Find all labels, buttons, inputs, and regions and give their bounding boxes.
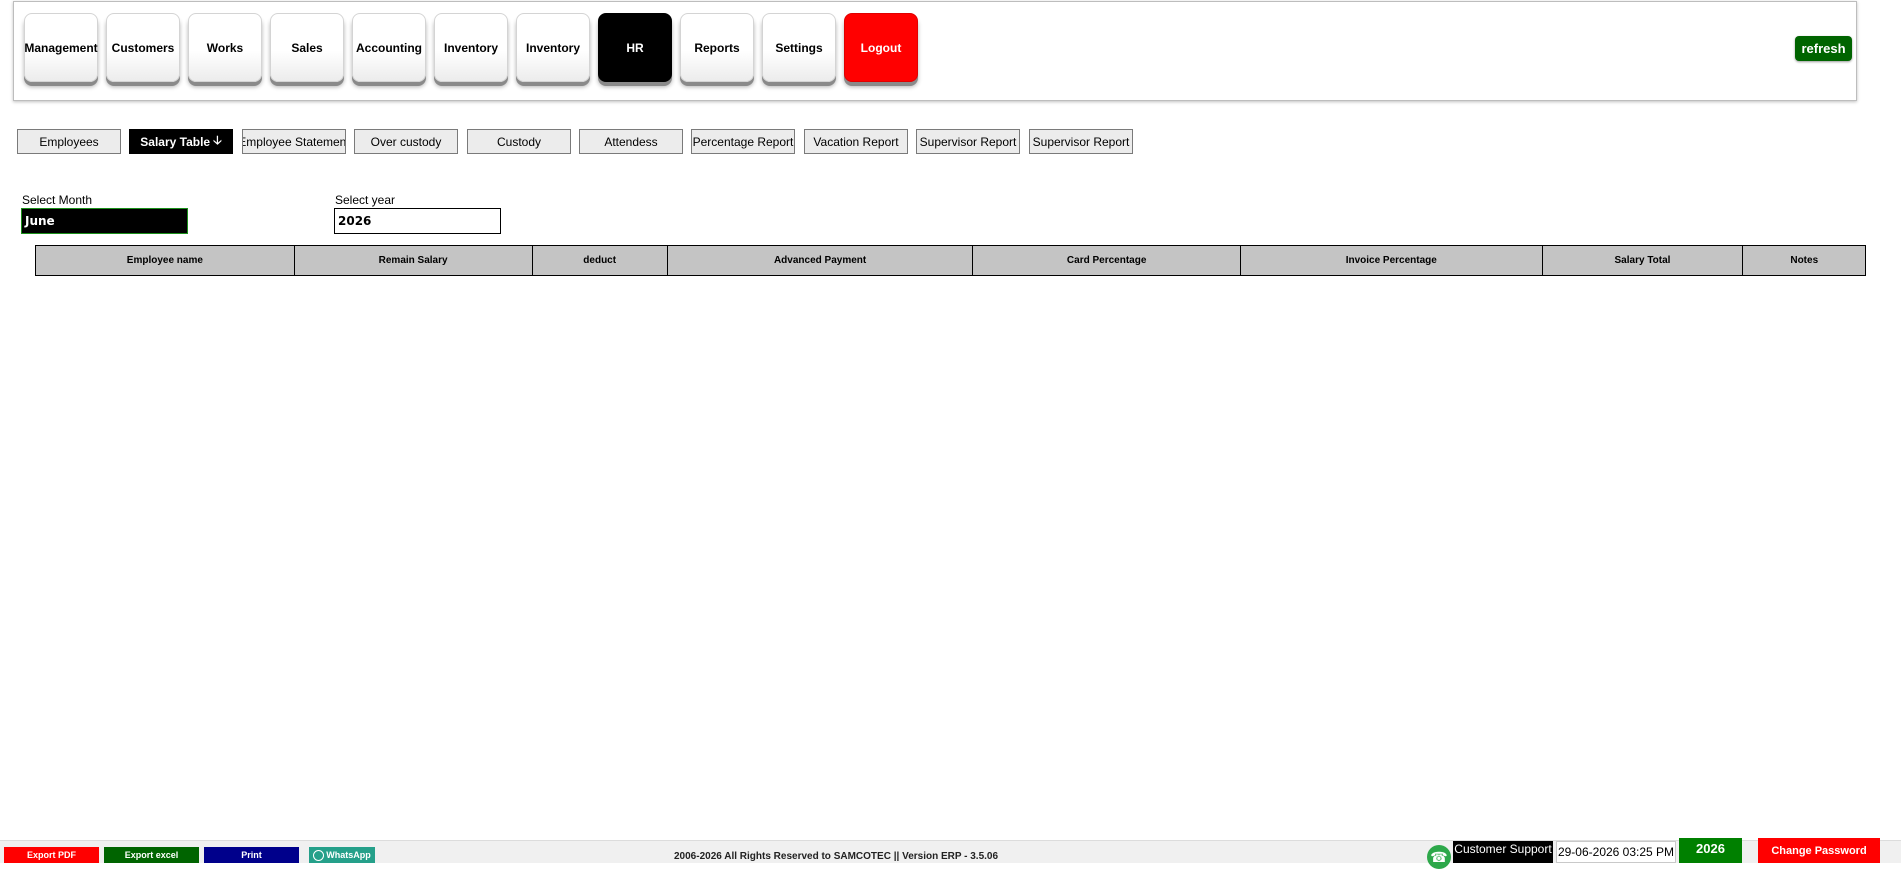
nav-hr-button[interactable]: HR <box>598 13 672 82</box>
col-deduct[interactable]: deduct <box>531 245 668 276</box>
month-label: Select Month <box>22 193 93 207</box>
tab-employee-statement[interactable]: Employee Statement <box>242 129 346 154</box>
tab-supervisor-report[interactable]: Supervisor Report <box>916 129 1020 154</box>
tab-over-custody[interactable]: Over custody <box>354 129 458 154</box>
nav-inventory-button[interactable]: Inventory <box>434 13 508 82</box>
tab-salary-table-label: Salary Table <box>140 134 211 149</box>
datetime-display: 29-06-2026 03:25 PM <box>1556 841 1676 863</box>
top-nav-panel: Management Customers Works Sales Account… <box>13 1 1857 101</box>
nav-logout-button[interactable]: Logout <box>844 13 918 82</box>
tab-custody[interactable]: Custody <box>467 129 571 154</box>
col-employee-name[interactable]: Employee name <box>35 245 295 276</box>
col-salary-total[interactable]: Salary Total <box>1541 245 1744 276</box>
print-button[interactable]: Print <box>204 847 299 863</box>
tab-attendess[interactable]: Attendess <box>579 129 683 154</box>
customer-support-button[interactable]: Customer Support <box>1453 841 1553 863</box>
nav-accounting-button[interactable]: Accounting <box>352 13 426 82</box>
arrow-down-icon: 🡣 <box>213 133 222 147</box>
col-notes[interactable]: Notes <box>1742 245 1866 276</box>
tab-percentage-report[interactable]: Percentage Report <box>691 129 795 154</box>
month-select[interactable]: June <box>21 208 188 234</box>
col-card-percentage[interactable]: Card Percentage <box>972 245 1242 276</box>
export-excel-button[interactable]: Export excel <box>104 847 199 863</box>
nav-customers-button[interactable]: Customers <box>106 13 180 82</box>
col-invoice-percentage[interactable]: Invoice Percentage <box>1240 245 1543 276</box>
table-header-row: Employee name Remain Salary deduct Advan… <box>35 245 1866 276</box>
whatsapp-label: WhatsApp <box>326 850 371 860</box>
col-advanced-payment[interactable]: Advanced Payment <box>666 245 974 276</box>
col-remain-salary[interactable]: Remain Salary <box>293 245 533 276</box>
footer-bar: Export PDF Export excel Print WhatsApp 2… <box>0 838 1901 869</box>
year-label: Select year <box>335 193 396 207</box>
tab-employees[interactable]: Employees <box>17 129 121 154</box>
salary-table: Employee name Remain Salary deduct Advan… <box>35 245 1866 276</box>
copyright-text: 2006-2026 All Rights Reserved to SAMCOTE… <box>674 851 999 862</box>
tab-supervisor-report-2[interactable]: Supervisor Report <box>1029 129 1133 154</box>
tab-salary-table[interactable]: Salary Table 🡣 <box>129 129 233 154</box>
nav-sales-button[interactable]: Sales <box>270 13 344 82</box>
nav-inventory-2-button[interactable]: Inventory <box>516 13 590 82</box>
change-password-button[interactable]: Change Password <box>1758 838 1880 863</box>
refresh-button[interactable]: refresh <box>1795 36 1852 61</box>
nav-works-button[interactable]: Works <box>188 13 262 82</box>
export-pdf-button[interactable]: Export PDF <box>4 847 99 863</box>
tab-vacation-report[interactable]: Vacation Report <box>804 129 908 154</box>
nav-settings-button[interactable]: Settings <box>762 13 836 82</box>
whatsapp-support-icon[interactable]: ☎ <box>1427 845 1451 869</box>
year-badge: 2026 <box>1679 838 1742 863</box>
whatsapp-button[interactable]: WhatsApp <box>309 847 375 863</box>
nav-management-button[interactable]: Management <box>24 13 98 82</box>
nav-reports-button[interactable]: Reports <box>680 13 754 82</box>
whatsapp-icon <box>313 849 325 861</box>
year-input[interactable]: 2026 <box>334 208 501 234</box>
